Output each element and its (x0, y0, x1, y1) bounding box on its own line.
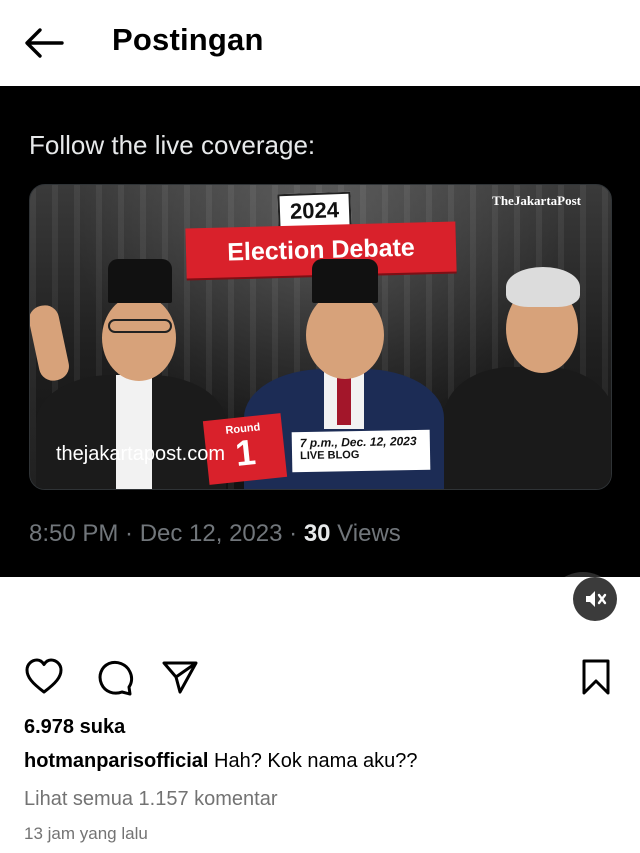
share-button[interactable] (160, 657, 200, 697)
top-bar: Postingan (0, 0, 640, 86)
tweet-meta: 8:50 PM · Dec 12, 2023 · 30 Views (29, 520, 401, 548)
speaker-muted-icon (586, 591, 607, 607)
post-timestamp: 13 jam yang lalu (24, 824, 148, 843)
comment-icon (98, 660, 134, 696)
tweet-card-image: TheJakartaPost 2024 Election Debate Roun… (29, 184, 612, 490)
comment-button[interactable] (95, 657, 135, 697)
like-count[interactable]: 6.978 suka (24, 716, 125, 739)
heart-icon (25, 658, 63, 694)
card-site: thejakartapost.com (56, 443, 225, 465)
caption-username[interactable]: hotmanparisofficial (24, 750, 208, 772)
send-icon (162, 661, 198, 694)
arrow-left-icon (25, 28, 64, 58)
bookmark-icon (582, 659, 610, 695)
schedule-time: 7 p.m., Dec. 12, 2023 (299, 434, 417, 451)
tweet-timestamp: 8:50 PM · Dec 12, 2023 · (29, 520, 304, 547)
media-bottom-space (0, 577, 640, 647)
back-button[interactable] (22, 26, 64, 60)
caption-text: Hah? Kok nama aku?? (208, 750, 418, 772)
schedule-label: LIVE BLOG (299, 449, 360, 463)
card-schedule: 7 p.m., Dec. 12, 2023 LIVE BLOG (291, 429, 431, 473)
mute-button[interactable] (573, 577, 617, 621)
card-brand: TheJakartaPost (492, 193, 581, 208)
post-media[interactable]: Follow the live coverage: TheJakartaPost… (0, 86, 640, 577)
tweet-views-count: 30 (303, 520, 331, 547)
page-title: Postingan (112, 22, 264, 57)
like-button[interactable] (24, 657, 64, 697)
save-button[interactable] (576, 657, 616, 697)
view-all-comments-link[interactable]: Lihat semua 1.157 komentar (24, 788, 278, 811)
tweet-text: Follow the live coverage: (29, 130, 316, 160)
person-right (444, 263, 611, 489)
post-caption: hotmanparisofficial Hah? Kok nama aku?? (24, 750, 418, 773)
tweet-views-label: Views (330, 520, 401, 547)
